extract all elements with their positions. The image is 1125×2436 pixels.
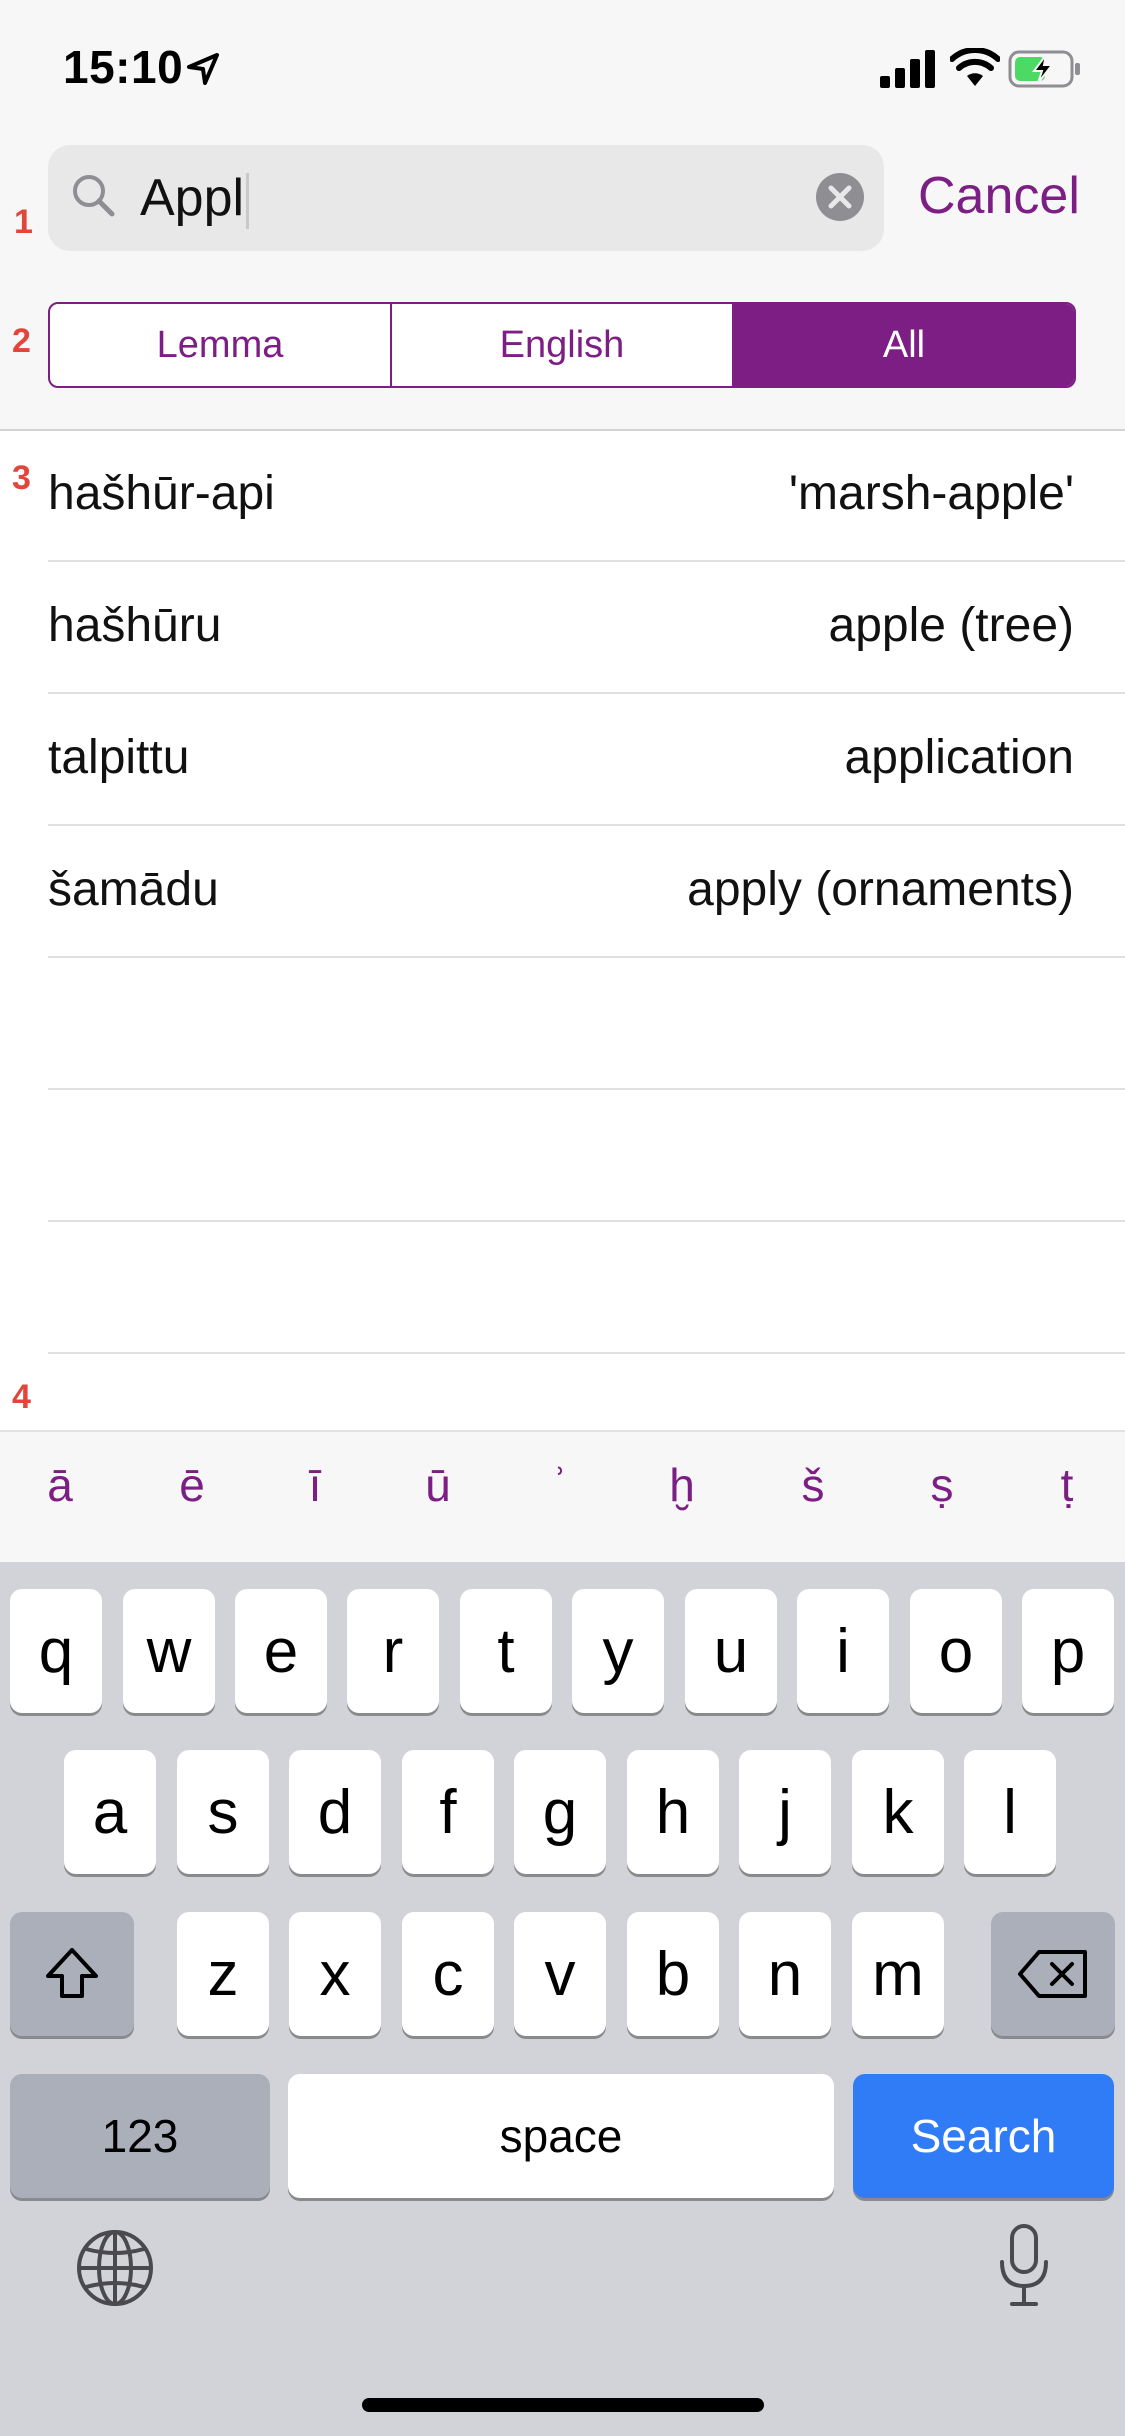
delete-key[interactable] bbox=[991, 1912, 1115, 2036]
key-z[interactable]: z bbox=[177, 1912, 269, 2036]
result-lemma: hašhūru bbox=[48, 599, 222, 652]
key-e[interactable]: e bbox=[235, 1589, 327, 1713]
key-k[interactable]: k bbox=[852, 1750, 944, 1874]
globe-icon[interactable] bbox=[74, 2227, 156, 2309]
shift-arrow-icon bbox=[46, 1948, 98, 1998]
key-q[interactable]: q bbox=[10, 1589, 102, 1713]
result-row[interactable]: hašhūru apple (tree) bbox=[48, 562, 1125, 694]
battery-charging-icon bbox=[1008, 50, 1080, 88]
diacritic-accessory-bar: ā ē ī ū ʾ ḫ š ṣ ṭ bbox=[0, 1430, 1125, 1562]
key-g[interactable]: g bbox=[514, 1750, 606, 1874]
diacritic-key[interactable]: ā bbox=[20, 1458, 100, 1512]
key-j[interactable]: j bbox=[739, 1750, 831, 1874]
segment-lemma[interactable]: Lemma bbox=[50, 304, 392, 386]
annotation-marker-3: 3 bbox=[12, 459, 31, 497]
text-caret bbox=[246, 173, 250, 230]
key-y[interactable]: y bbox=[572, 1589, 664, 1713]
result-row[interactable]: šamādu apply (ornaments) bbox=[48, 826, 1125, 958]
empty-row bbox=[48, 958, 1125, 1090]
microphone-icon[interactable] bbox=[996, 2222, 1052, 2308]
key-l[interactable]: l bbox=[964, 1750, 1056, 1874]
annotation-marker-4: 4 bbox=[12, 1378, 31, 1416]
home-indicator bbox=[362, 2398, 764, 2412]
diacritic-key[interactable]: ṭ bbox=[1027, 1458, 1107, 1512]
backspace-icon bbox=[1018, 1950, 1087, 1998]
diacritic-key[interactable]: ḫ bbox=[642, 1458, 722, 1512]
space-key[interactable]: space bbox=[288, 2074, 834, 2198]
diacritic-key[interactable]: ū bbox=[398, 1458, 478, 1512]
result-gloss: application bbox=[844, 731, 1075, 784]
key-s[interactable]: s bbox=[177, 1750, 269, 1874]
key-b[interactable]: b bbox=[627, 1912, 719, 2036]
key-w[interactable]: w bbox=[123, 1589, 215, 1713]
key-h[interactable]: h bbox=[627, 1750, 719, 1874]
key-f[interactable]: f bbox=[402, 1750, 494, 1874]
segment-all[interactable]: All bbox=[734, 304, 1074, 386]
result-lemma: šamādu bbox=[48, 863, 219, 916]
empty-row bbox=[48, 1090, 1125, 1222]
numbers-key[interactable]: 123 bbox=[10, 2074, 270, 2198]
key-d[interactable]: d bbox=[289, 1750, 381, 1874]
key-o[interactable]: o bbox=[910, 1589, 1002, 1713]
key-a[interactable]: a bbox=[64, 1750, 156, 1874]
status-time: 15:10 bbox=[63, 41, 184, 93]
annotation-marker-2: 2 bbox=[12, 322, 31, 360]
annotation-marker-1: 1 bbox=[14, 203, 33, 241]
key-p[interactable]: p bbox=[1022, 1589, 1114, 1713]
key-u[interactable]: u bbox=[685, 1589, 777, 1713]
shift-key[interactable] bbox=[10, 1912, 134, 2036]
diacritic-key[interactable]: š bbox=[773, 1458, 853, 1512]
key-c[interactable]: c bbox=[402, 1912, 494, 2036]
search-scope-control: Lemma English All bbox=[48, 302, 1076, 388]
result-gloss: apply (ornaments) bbox=[687, 863, 1074, 916]
keyboard: q w e r t y u i o p a s d f g h j k l z … bbox=[0, 1562, 1125, 2436]
wifi-icon bbox=[950, 48, 1000, 86]
result-gloss: apple (tree) bbox=[828, 599, 1074, 652]
result-row[interactable]: talpittu application bbox=[48, 694, 1125, 826]
cancel-button[interactable]: Cancel bbox=[918, 163, 1080, 229]
key-n[interactable]: n bbox=[739, 1912, 831, 2036]
search-icon bbox=[73, 175, 115, 217]
key-v[interactable]: v bbox=[514, 1912, 606, 2036]
key-t[interactable]: t bbox=[460, 1589, 552, 1713]
search-key[interactable]: Search bbox=[853, 2074, 1114, 2198]
result-row[interactable]: hašhūr-api 'marsh-apple' bbox=[48, 430, 1125, 562]
result-lemma: talpittu bbox=[48, 731, 190, 784]
clear-text-icon[interactable] bbox=[816, 173, 864, 221]
segment-english[interactable]: English bbox=[392, 304, 734, 386]
key-x[interactable]: x bbox=[289, 1912, 381, 2036]
diacritic-key[interactable]: ʾ bbox=[520, 1458, 600, 1512]
key-i[interactable]: i bbox=[797, 1589, 889, 1713]
location-arrow-icon bbox=[187, 53, 219, 85]
cellular-signal-icon bbox=[880, 50, 935, 88]
diacritic-key[interactable]: ē bbox=[152, 1458, 232, 1512]
search-query-value: Appl bbox=[140, 169, 245, 227]
result-lemma: hašhūr-api bbox=[48, 467, 275, 520]
result-gloss: 'marsh-apple' bbox=[788, 467, 1074, 520]
key-m[interactable]: m bbox=[852, 1912, 944, 2036]
diacritic-key[interactable]: ṣ bbox=[902, 1458, 982, 1512]
empty-row bbox=[48, 1222, 1125, 1354]
key-r[interactable]: r bbox=[347, 1589, 439, 1713]
search-query-text[interactable]: Appl bbox=[140, 165, 250, 231]
diacritic-key[interactable]: ī bbox=[275, 1458, 355, 1512]
